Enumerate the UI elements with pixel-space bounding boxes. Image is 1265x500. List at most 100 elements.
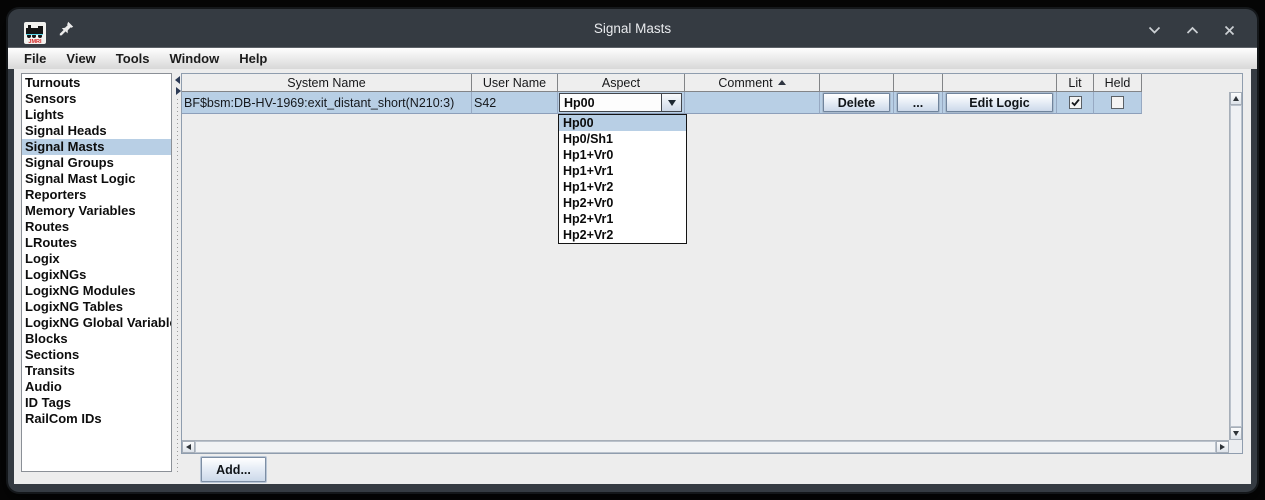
scroll-right-button[interactable] xyxy=(1216,441,1229,453)
sidebar-item-railcom-ids[interactable]: RailCom IDs xyxy=(22,411,171,427)
cell-more: ... xyxy=(894,92,943,114)
triangle-left-icon xyxy=(186,444,191,450)
titlebar: JMRI Signal Masts xyxy=(8,9,1257,47)
triangle-right-icon xyxy=(1220,444,1225,450)
triangle-down-icon xyxy=(1233,431,1239,436)
sidebar-item-blocks[interactable]: Blocks xyxy=(22,331,171,347)
cell-edit-logic: Edit Logic xyxy=(943,92,1057,114)
table-type-list: Turnouts Sensors Lights Signal Heads Sig… xyxy=(21,73,172,472)
aspect-option-hp2-vr0[interactable]: Hp2+Vr0 xyxy=(559,195,686,211)
sidebar-item-sensors[interactable]: Sensors xyxy=(22,91,171,107)
row-filler xyxy=(1142,92,1229,114)
aspect-option-hp1-vr0[interactable]: Hp1+Vr0 xyxy=(559,147,686,163)
close-button[interactable] xyxy=(1224,25,1235,36)
aspect-option-hp2-vr1[interactable]: Hp2+Vr1 xyxy=(559,211,686,227)
close-icon xyxy=(1224,25,1235,36)
menu-help[interactable]: Help xyxy=(229,48,277,69)
add-button[interactable]: Add... xyxy=(201,457,266,482)
cell-held xyxy=(1094,92,1142,114)
svg-text:JMRI: JMRI xyxy=(28,39,42,44)
header-system-name[interactable]: System Name xyxy=(182,74,472,92)
header-aspect[interactable]: Aspect xyxy=(558,74,685,92)
aspect-option-hp1-vr2[interactable]: Hp1+Vr2 xyxy=(559,179,686,195)
sidebar-item-lroutes[interactable]: LRoutes xyxy=(22,235,171,251)
horizontal-scrollbar-thumb[interactable] xyxy=(195,441,1216,453)
aspect-option-hp1-vr1[interactable]: Hp1+Vr1 xyxy=(559,163,686,179)
chevron-down-icon xyxy=(668,100,676,106)
header-comment[interactable]: Comment xyxy=(685,74,820,92)
header-more-col[interactable] xyxy=(894,74,943,92)
cell-user-name[interactable]: S42 xyxy=(472,92,558,114)
triangle-up-icon xyxy=(1233,96,1239,101)
edit-logic-button[interactable]: Edit Logic xyxy=(946,93,1053,112)
delete-button[interactable]: Delete xyxy=(823,93,890,112)
menubar: File View Tools Window Help xyxy=(8,47,1257,69)
sidebar-item-transits[interactable]: Transits xyxy=(22,363,171,379)
aspect-combobox-arrow-button[interactable] xyxy=(661,94,681,111)
cell-system-name[interactable]: BF$bsm:DB-HV-1969:exit_distant_short(N21… xyxy=(182,92,472,114)
header-edit-logic-col[interactable] xyxy=(943,74,1057,92)
vertical-scrollbar-thumb[interactable] xyxy=(1230,105,1242,427)
collapse-left-icon[interactable] xyxy=(175,76,180,84)
sidebar-item-routes[interactable]: Routes xyxy=(22,219,171,235)
scroll-left-button[interactable] xyxy=(182,441,195,453)
aspect-option-hp0-sh1[interactable]: Hp0/Sh1 xyxy=(559,131,686,147)
signal-mast-table: System Name User Name Aspect Comment Lit… xyxy=(181,73,1243,454)
check-icon xyxy=(1070,97,1081,108)
header-delete-col[interactable] xyxy=(820,74,894,92)
sidebar-item-logixng-global-variables[interactable]: LogixNG Global Variables xyxy=(22,315,171,331)
sidebar-item-signal-masts[interactable]: Signal Masts xyxy=(22,139,171,155)
cell-delete: Delete xyxy=(820,92,894,114)
maximize-button[interactable] xyxy=(1186,26,1199,35)
cell-lit xyxy=(1057,92,1094,114)
content-area: Turnouts Sensors Lights Signal Heads Sig… xyxy=(14,69,1251,484)
scroll-up-button[interactable] xyxy=(1230,92,1242,105)
sidebar-item-logix[interactable]: Logix xyxy=(22,251,171,267)
horizontal-scrollbar[interactable] xyxy=(182,440,1229,453)
sidebar-item-logixng-modules[interactable]: LogixNG Modules xyxy=(22,283,171,299)
sidebar-item-turnouts[interactable]: Turnouts xyxy=(22,75,171,91)
header-filler xyxy=(1142,74,1229,92)
aspect-option-hp00[interactable]: Hp00 xyxy=(559,115,686,131)
header-lit[interactable]: Lit xyxy=(1057,74,1094,92)
menu-view[interactable]: View xyxy=(56,48,105,69)
sidebar-item-signal-heads[interactable]: Signal Heads xyxy=(22,123,171,139)
aspect-dropdown-popup: Hp00 Hp0/Sh1 Hp1+Vr0 Hp1+Vr1 Hp1+Vr2 Hp2… xyxy=(558,114,687,244)
scroll-down-button[interactable] xyxy=(1230,427,1242,440)
menu-tools[interactable]: Tools xyxy=(106,48,160,69)
scrollbar-corner xyxy=(1229,440,1242,453)
table-viewport: System Name User Name Aspect Comment Lit… xyxy=(182,74,1229,440)
aspect-combobox-value: Hp00 xyxy=(560,94,661,111)
chevron-down-icon xyxy=(1148,26,1161,35)
sidebar-item-logixngs[interactable]: LogixNGs xyxy=(22,267,171,283)
sidebar-item-id-tags[interactable]: ID Tags xyxy=(22,395,171,411)
minimize-button[interactable] xyxy=(1148,26,1161,35)
signal-masts-window: JMRI Signal Masts File View Tools Window… xyxy=(8,9,1257,492)
sidebar-item-signal-mast-logic[interactable]: Signal Mast Logic xyxy=(22,171,171,187)
sidebar-item-logixng-tables[interactable]: LogixNG Tables xyxy=(22,299,171,315)
lit-checkbox[interactable] xyxy=(1069,96,1082,109)
vertical-scrollbar[interactable] xyxy=(1229,92,1242,440)
header-user-name[interactable]: User Name xyxy=(472,74,558,92)
window-controls xyxy=(1148,25,1235,36)
aspect-combobox[interactable]: Hp00 xyxy=(559,93,682,112)
sidebar-item-memory-variables[interactable]: Memory Variables xyxy=(22,203,171,219)
aspect-option-hp2-vr2[interactable]: Hp2+Vr2 xyxy=(559,227,686,243)
menu-file[interactable]: File xyxy=(14,48,56,69)
more-options-button[interactable]: ... xyxy=(897,93,939,112)
held-checkbox[interactable] xyxy=(1111,96,1124,109)
table-row: BF$bsm:DB-HV-1969:exit_distant_short(N21… xyxy=(182,92,1229,114)
divider-dots xyxy=(177,99,178,472)
menu-window[interactable]: Window xyxy=(160,48,230,69)
sidebar-item-sections[interactable]: Sections xyxy=(22,347,171,363)
sidebar-item-signal-groups[interactable]: Signal Groups xyxy=(22,155,171,171)
chevron-up-icon xyxy=(1186,26,1199,35)
sidebar-item-reporters[interactable]: Reporters xyxy=(22,187,171,203)
table-header-row: System Name User Name Aspect Comment Lit… xyxy=(182,74,1229,92)
sidebar-item-audio[interactable]: Audio xyxy=(22,379,171,395)
window-title: Signal Masts xyxy=(8,21,1257,36)
header-comment-label: Comment xyxy=(718,76,772,90)
cell-comment[interactable] xyxy=(685,92,820,114)
header-held[interactable]: Held xyxy=(1094,74,1142,92)
sidebar-item-lights[interactable]: Lights xyxy=(22,107,171,123)
